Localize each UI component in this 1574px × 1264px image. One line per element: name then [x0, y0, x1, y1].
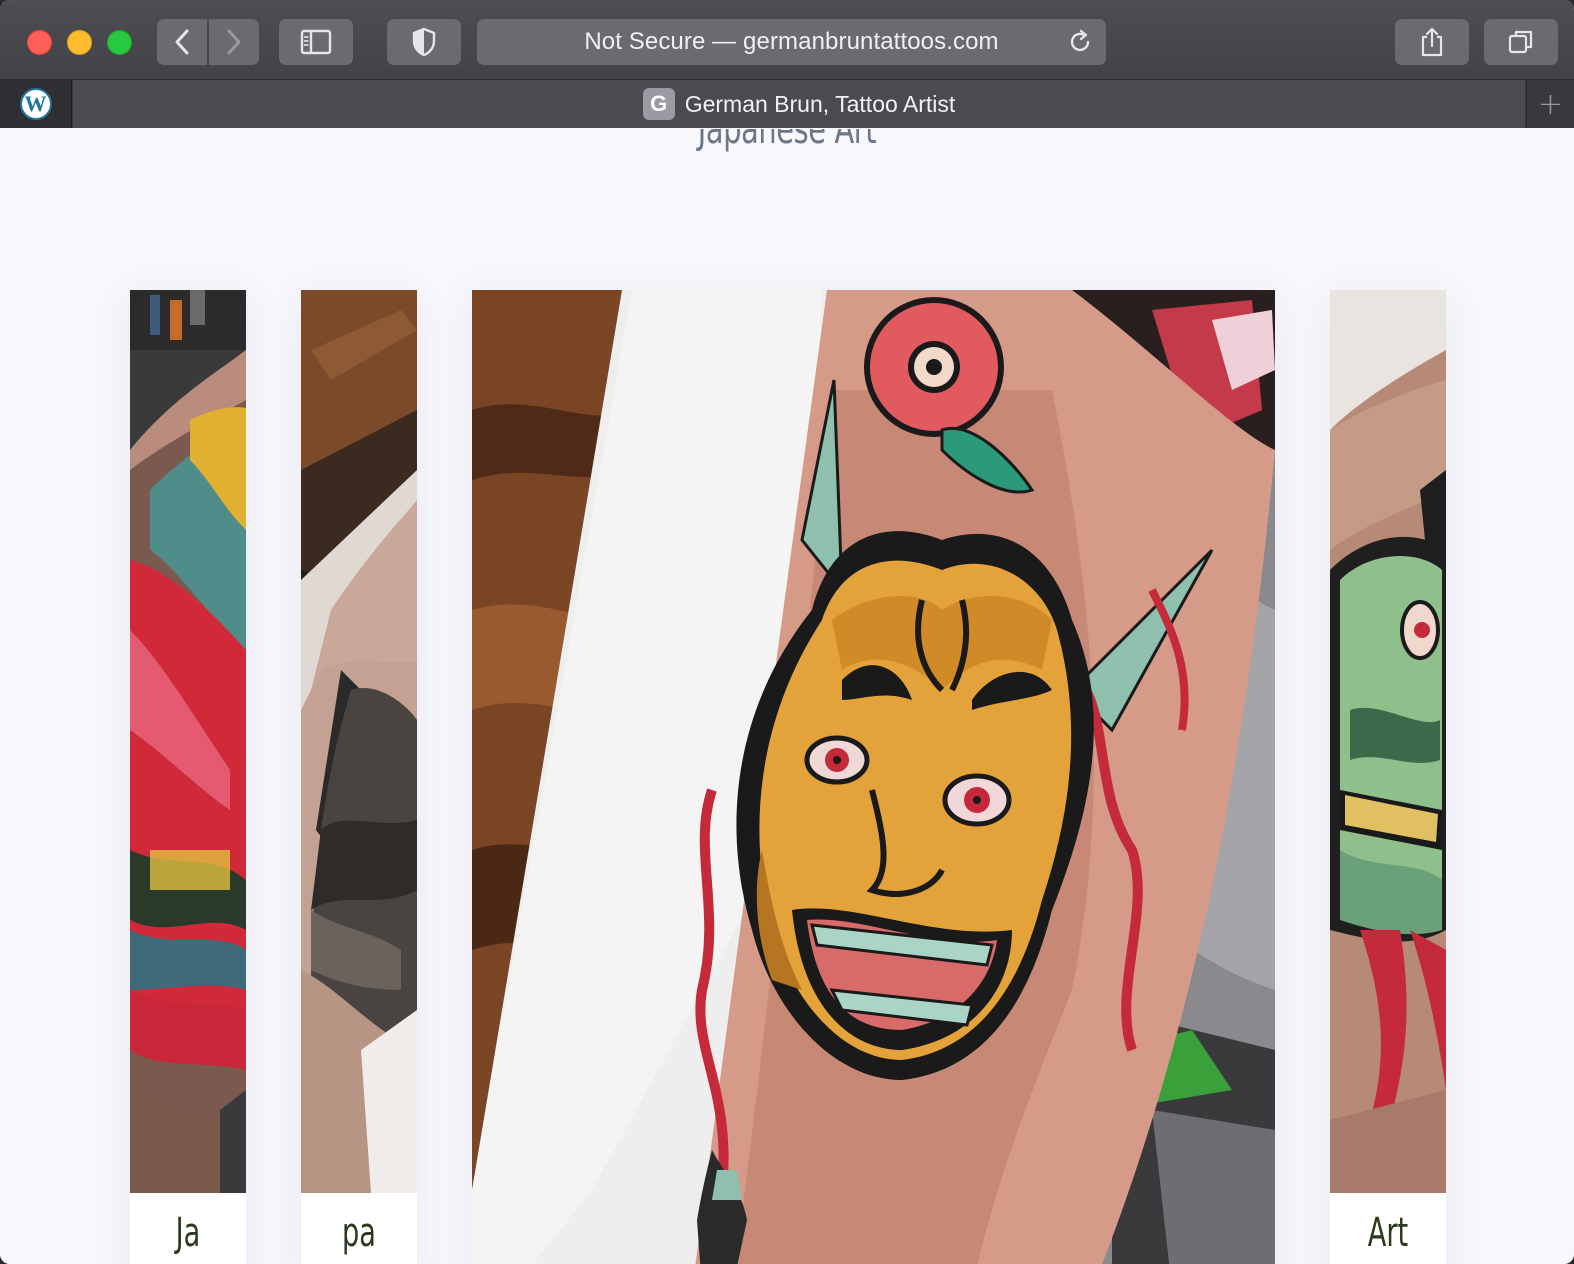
- shield-icon: [412, 27, 436, 57]
- forward-button[interactable]: [209, 19, 259, 65]
- minimize-window-button[interactable]: [67, 30, 92, 55]
- back-button[interactable]: [157, 19, 207, 65]
- active-tab[interactable]: G German Brun, Tattoo Artist: [73, 80, 1525, 128]
- address-text: Not Secure — germanbruntattoos.com: [584, 28, 999, 55]
- card-caption[interactable]: pa: [320, 1210, 399, 1256]
- reload-icon: [1070, 29, 1090, 52]
- reload-button[interactable]: [1066, 28, 1094, 56]
- card-caption[interactable]: Art: [1349, 1210, 1428, 1256]
- wordpress-logo-icon: W: [19, 88, 52, 120]
- close-window-button[interactable]: [27, 30, 52, 55]
- privacy-report-button[interactable]: [387, 19, 461, 65]
- tattoo-photo[interactable]: [472, 290, 1275, 1264]
- gallery-card[interactable]: Art: [1330, 290, 1446, 1264]
- tattoo-photo[interactable]: [301, 290, 417, 1193]
- card-caption[interactable]: Ja: [149, 1210, 228, 1256]
- sidebar-icon: [300, 29, 332, 55]
- new-tab-button[interactable]: +: [1526, 80, 1574, 128]
- web-page: Japanese Art Ja pa Art: [0, 129, 1574, 1264]
- browser-toolbar: Not Secure — germanbruntattoos.com: [0, 0, 1574, 80]
- tab-title: German Brun, Tattoo Artist: [684, 90, 956, 117]
- section-title: Japanese Art: [697, 129, 877, 153]
- gallery-card[interactable]: pa: [301, 290, 417, 1264]
- zoom-window-button[interactable]: [107, 30, 132, 55]
- chevron-right-icon: [227, 29, 241, 55]
- pinned-tab-wordpress[interactable]: W: [0, 80, 72, 128]
- tattoo-photo[interactable]: [1330, 290, 1446, 1193]
- site-favicon-icon: G: [642, 88, 675, 120]
- browser-window: Not Secure — germanbruntattoos.com W G G…: [0, 0, 1574, 1264]
- tab-bar: W G German Brun, Tattoo Artist +: [0, 80, 1574, 128]
- tabs-overview-icon: [1508, 30, 1533, 54]
- gallery-card[interactable]: Ja: [130, 290, 246, 1264]
- sidebar-button[interactable]: [279, 19, 353, 65]
- gallery-card-featured[interactable]: [472, 290, 1275, 1264]
- share-icon: [1421, 27, 1443, 57]
- tattoo-photo[interactable]: [130, 290, 246, 1193]
- share-button[interactable]: [1395, 19, 1469, 65]
- tab-overview-button[interactable]: [1484, 19, 1558, 65]
- address-bar[interactable]: Not Secure — germanbruntattoos.com: [477, 19, 1106, 65]
- chevron-left-icon: [175, 29, 189, 55]
